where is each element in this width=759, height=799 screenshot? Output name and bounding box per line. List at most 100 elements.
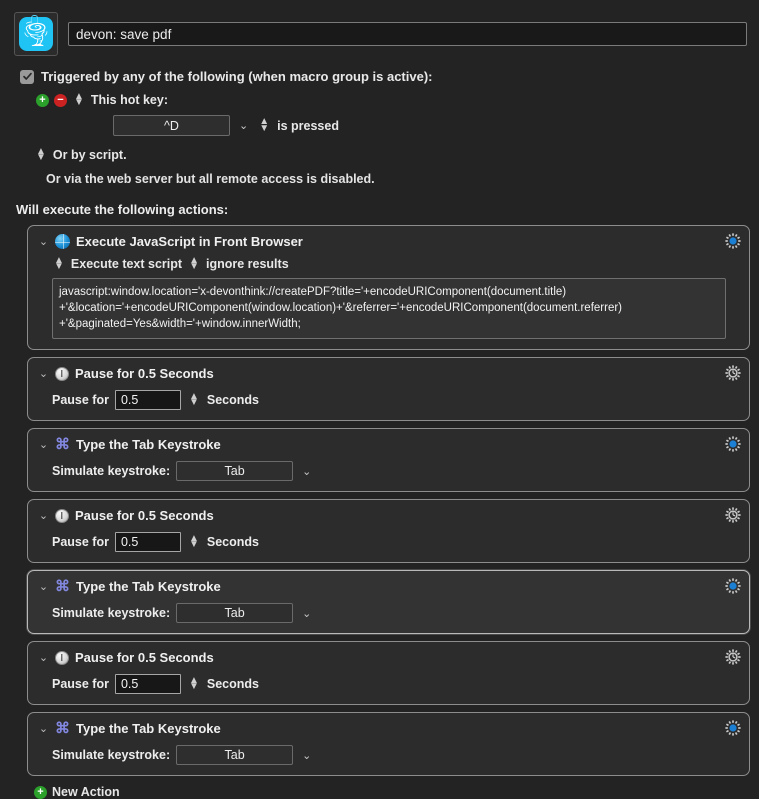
command-icon: ⌘ xyxy=(55,436,70,453)
keystroke-input[interactable]: Tab xyxy=(176,745,294,765)
hot-key-label: This hot key: xyxy=(90,93,168,107)
hot-key-stepper-icon[interactable]: ▲ ▼ xyxy=(74,91,84,108)
action-header: ⌄ ⌘ Type the Tab Keystroke xyxy=(38,437,739,452)
action-header: ⌄ ⌘ Type the Tab Keystroke xyxy=(38,579,739,594)
script-results-label: ignore results xyxy=(205,257,289,271)
gear-blue-icon[interactable] xyxy=(725,720,741,736)
or-by-script-row[interactable]: ▲ ▼ Or by script. xyxy=(0,136,759,163)
disclosure-triangle-icon[interactable]: ⌄ xyxy=(38,438,49,451)
pause-unit-stepper-icon[interactable]: ▲ ▼ xyxy=(189,391,199,408)
macro-header: 🌪 devon: save pdf xyxy=(0,0,759,56)
add-circle-icon: + xyxy=(34,785,47,799)
or-by-script-label: Or by script. xyxy=(52,148,127,162)
action-block[interactable]: ⌄ ⌘ Type the Tab Keystroke Simulate keys… xyxy=(27,570,750,634)
web-server-note: Or via the web server but all remote acc… xyxy=(46,172,375,186)
pause-unit-label: Seconds xyxy=(206,677,259,691)
pause-row: Pause for 0.5 ▲ ▼ Seconds xyxy=(38,674,739,694)
actions-header: Will execute the following actions: xyxy=(16,202,229,217)
keystroke-row: Simulate keystroke: Tab ⌄ xyxy=(38,745,739,765)
hot-key-value: ^D xyxy=(164,118,179,133)
action-block[interactable]: ⌄ Pause for 0.5 Seconds Pause for 0.5 ▲ ▼… xyxy=(27,641,750,705)
keystroke-field-label: Simulate keystroke: xyxy=(52,748,171,762)
script-kind-stepper-icon[interactable]: ▲ ▼ xyxy=(54,255,64,272)
keystroke-row: Simulate keystroke: Tab ⌄ xyxy=(38,603,739,623)
pause-unit-stepper-icon[interactable]: ▲ ▼ xyxy=(189,533,199,550)
chevron-down-icon[interactable]: ⌄ xyxy=(299,749,314,762)
pause-unit-label: Seconds xyxy=(206,393,259,407)
keystroke-input[interactable]: Tab xyxy=(176,603,294,623)
add-trigger-button[interactable]: + xyxy=(36,93,49,107)
condition-stepper-icon[interactable]: ▲ ▼ xyxy=(259,117,269,134)
globe-icon xyxy=(55,234,70,249)
action-title: Execute JavaScript in Front Browser xyxy=(76,234,303,249)
pause-duration-input[interactable]: 0.5 xyxy=(114,674,181,694)
action-title: Type the Tab Keystroke xyxy=(76,721,221,736)
gear-blue-icon[interactable] xyxy=(725,578,741,594)
gear-clock-icon[interactable] xyxy=(725,507,741,523)
remove-trigger-button[interactable]: − xyxy=(54,93,67,107)
keystroke-row: Simulate keystroke: Tab ⌄ xyxy=(38,461,739,481)
pause-row: Pause for 0.5 ▲ ▼ Seconds xyxy=(38,390,739,410)
disclosure-triangle-icon[interactable]: ⌄ xyxy=(38,509,49,522)
action-block[interactable]: ⌄ ⌘ Type the Tab Keystroke Simulate keys… xyxy=(27,712,750,776)
command-icon: ⌘ xyxy=(55,578,70,595)
chevron-down-icon[interactable]: ⌄ xyxy=(299,607,314,620)
disclosure-triangle-icon[interactable]: ⌄ xyxy=(38,367,49,380)
pause-unit-stepper-icon[interactable]: ▲ ▼ xyxy=(189,675,199,692)
gear-blue-icon[interactable] xyxy=(725,436,741,452)
action-header: ⌄ ⌘ Type the Tab Keystroke xyxy=(38,721,739,736)
script-options-row: ▲ ▼ Execute text script ▲ ▼ ignore results xyxy=(38,255,739,272)
action-block[interactable]: ⌄ Pause for 0.5 Seconds Pause for 0.5 ▲ ▼… xyxy=(27,499,750,563)
action-title: Pause for 0.5 Seconds xyxy=(75,650,214,665)
hot-key-row: + − ▲ ▼ This hot key: xyxy=(0,84,759,108)
disclosure-triangle-icon[interactable]: ⌄ xyxy=(38,651,49,664)
trigger-label: Triggered by any of the following (when … xyxy=(41,69,433,84)
new-action-button[interactable]: + New Action xyxy=(0,776,759,799)
pause-field-label: Pause for xyxy=(52,393,109,407)
action-header: ⌄ Pause for 0.5 Seconds xyxy=(38,650,739,665)
action-block[interactable]: ⌄ Execute JavaScript in Front Browser ▲ ▼… xyxy=(27,225,750,350)
action-block[interactable]: ⌄ Pause for 0.5 Seconds Pause for 0.5 ▲ ▼… xyxy=(27,357,750,421)
gear-blue-icon[interactable] xyxy=(725,233,741,249)
clock-icon xyxy=(55,650,69,665)
shell-glyph: 🌪 xyxy=(20,21,52,48)
action-header: ⌄ Pause for 0.5 Seconds xyxy=(38,366,739,381)
trigger-enabled-row[interactable]: Triggered by any of the following (when … xyxy=(0,56,759,84)
disclosure-triangle-icon[interactable]: ⌄ xyxy=(38,235,49,248)
keystroke-input[interactable]: Tab xyxy=(176,461,294,481)
action-title: Type the Tab Keystroke xyxy=(76,437,221,452)
pause-field-label: Pause for xyxy=(52,535,109,549)
macro-title-input[interactable]: devon: save pdf xyxy=(68,22,747,46)
pause-duration-input[interactable]: 0.5 xyxy=(114,390,181,410)
keystroke-field-label: Simulate keystroke: xyxy=(52,606,171,620)
disclosure-triangle-icon[interactable]: ⌄ xyxy=(38,722,49,735)
actions-list: ⌄ Execute JavaScript in Front Browser ▲ ▼… xyxy=(0,217,759,776)
trigger-checkbox[interactable] xyxy=(20,69,34,84)
action-header: ⌄ Execute JavaScript in Front Browser xyxy=(38,234,739,249)
devonthink-shell-icon: 🌪 xyxy=(19,15,53,51)
clock-icon xyxy=(55,366,69,381)
hot-key-input[interactable]: ^D xyxy=(113,115,230,136)
gear-clock-icon[interactable] xyxy=(725,649,741,665)
gear-clock-icon[interactable] xyxy=(725,365,741,381)
script-results-stepper-icon[interactable]: ▲ ▼ xyxy=(189,255,199,272)
action-header: ⌄ Pause for 0.5 Seconds xyxy=(38,508,739,523)
pause-unit-label: Seconds xyxy=(206,535,259,549)
disclosure-triangle-icon[interactable]: ⌄ xyxy=(38,580,49,593)
chevron-down-icon[interactable]: ⌄ xyxy=(236,119,251,132)
action-block[interactable]: ⌄ ⌘ Type the Tab Keystroke Simulate keys… xyxy=(27,428,750,492)
new-action-label: New Action xyxy=(52,785,120,799)
script-textarea[interactable]: javascript:window.location='x-devonthink… xyxy=(52,278,726,339)
clock-icon xyxy=(55,508,69,523)
chevron-down-icon[interactable]: ⌄ xyxy=(299,465,314,478)
command-icon: ⌘ xyxy=(55,720,70,737)
keystroke-field-label: Simulate keystroke: xyxy=(52,464,171,478)
script-kind-label: Execute text script xyxy=(70,257,183,271)
action-title: Pause for 0.5 Seconds xyxy=(75,508,214,523)
condition-label: is pressed xyxy=(277,118,339,133)
pause-duration-input[interactable]: 0.5 xyxy=(114,532,181,552)
app-icon-frame[interactable]: 🌪 xyxy=(14,12,58,56)
action-title: Pause for 0.5 Seconds xyxy=(75,366,214,381)
script-stepper-icon[interactable]: ▲ ▼ xyxy=(36,146,46,163)
hot-key-value-row: ^D ⌄ ▲ ▼ is pressed xyxy=(0,107,759,136)
